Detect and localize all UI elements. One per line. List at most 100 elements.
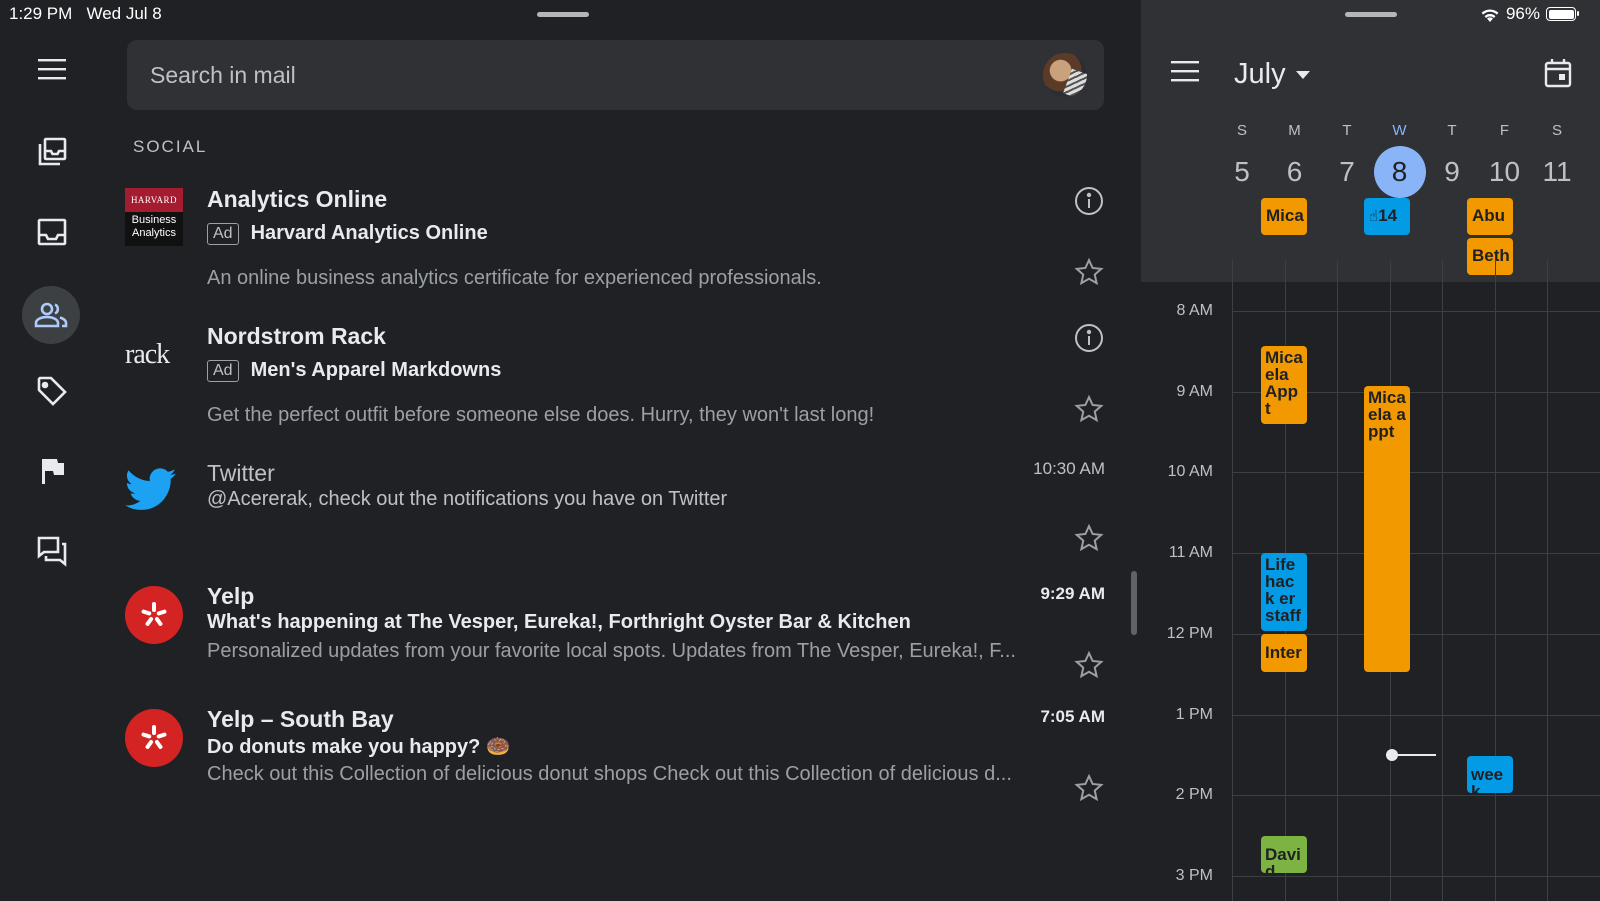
calendar-event[interactable]: Mica ela Appt bbox=[1261, 346, 1307, 424]
day-of-week-label: T bbox=[1342, 122, 1352, 139]
star-icon[interactable] bbox=[1073, 772, 1105, 804]
mail-pane-grabber[interactable] bbox=[537, 12, 589, 17]
date-number[interactable]: 9 bbox=[1426, 146, 1478, 198]
day-column-divider bbox=[1442, 260, 1443, 901]
calendar-event[interactable]: David bbox=[1261, 836, 1307, 873]
hour-gridline bbox=[1233, 795, 1600, 797]
hour-gridline bbox=[1233, 875, 1600, 877]
date-number[interactable]: 11 bbox=[1531, 146, 1583, 198]
hand-icon: ☝ bbox=[1369, 208, 1379, 225]
day-of-week-label: W bbox=[1392, 122, 1407, 139]
ad-info-icon[interactable] bbox=[1073, 185, 1105, 217]
calendar-menu-icon[interactable] bbox=[1171, 60, 1199, 87]
split-view-divider-handle[interactable] bbox=[1131, 571, 1137, 635]
snippet: An online business analytics certificate… bbox=[207, 267, 822, 289]
yelp-logo-icon bbox=[125, 586, 183, 644]
mail-pane: 1:29 PM Wed Jul 8 Search in mail SOCIAL … bbox=[0, 0, 1127, 901]
status-time: 1:29 PM Wed Jul 8 bbox=[9, 4, 162, 23]
sender: Twitter bbox=[207, 460, 275, 486]
list-item[interactable]: Yelp 9:29 AM What's happening at The Ves… bbox=[125, 583, 1105, 683]
day-column-divider bbox=[1232, 260, 1233, 901]
calendar-pane-grabber[interactable] bbox=[1345, 12, 1397, 17]
mail-time: 9:29 AM bbox=[1040, 584, 1105, 603]
search-input[interactable]: Search in mail bbox=[150, 62, 296, 89]
hour-label: 12 PM bbox=[1166, 624, 1213, 642]
hour-label: 8 AM bbox=[1176, 302, 1213, 319]
nordstrom-rack-logo: rack bbox=[125, 339, 170, 370]
day-of-week-label: S bbox=[1551, 122, 1562, 139]
date-number[interactable]: 6 bbox=[1269, 146, 1321, 198]
ad-badge: Ad bbox=[207, 359, 239, 382]
snippet: Check out this Collection of delicious d… bbox=[207, 763, 1012, 785]
forums-icon[interactable] bbox=[28, 527, 76, 575]
sender: Nordstrom Rack bbox=[207, 323, 386, 349]
allday-event[interactable]: Beth bbox=[1467, 238, 1513, 275]
hour-gridline bbox=[1233, 714, 1600, 716]
date-number[interactable]: 10 bbox=[1479, 146, 1531, 198]
ad-info-icon[interactable] bbox=[1073, 322, 1105, 354]
list-item[interactable]: rack Nordstrom Rack Ad Men's Apparel Mar… bbox=[125, 323, 1105, 433]
sender: Yelp bbox=[207, 583, 255, 609]
month-selector[interactable]: July bbox=[1234, 58, 1310, 91]
day-column-divider bbox=[1337, 260, 1338, 901]
star-icon[interactable] bbox=[1073, 256, 1105, 288]
inbox-icon[interactable] bbox=[28, 208, 76, 256]
list-item[interactable]: Twitter 10:30 AM @Acererak, check out th… bbox=[125, 459, 1105, 560]
day-column-divider bbox=[1547, 260, 1548, 901]
hour-label: 2 PM bbox=[1175, 786, 1213, 804]
all-inboxes-icon[interactable] bbox=[28, 128, 76, 176]
mail-time: 7:05 AM bbox=[1040, 707, 1105, 726]
allday-event[interactable]: Abu bbox=[1467, 198, 1513, 235]
snippet: Personalized updates from your favorite … bbox=[207, 640, 1016, 662]
subject: Harvard Analytics Online bbox=[250, 222, 488, 244]
day-of-week-label: F bbox=[1499, 122, 1510, 139]
harvard-logo: HARVARD Business Analytics bbox=[125, 188, 183, 246]
today-date-circle[interactable]: 8 bbox=[1373, 146, 1426, 198]
section-label: SOCIAL bbox=[133, 137, 208, 156]
calendar-event[interactable]: Inter bbox=[1261, 634, 1307, 672]
snippet: Get the perfect outfit before someone el… bbox=[207, 404, 875, 426]
yelp-logo-icon bbox=[125, 709, 183, 767]
mail-time: 10:30 AM bbox=[1033, 459, 1105, 478]
date-number[interactable]: 7 bbox=[1321, 146, 1373, 198]
account-avatar[interactable] bbox=[1043, 53, 1087, 97]
star-icon[interactable] bbox=[1073, 522, 1105, 554]
day-column-divider bbox=[1494, 260, 1496, 901]
date-number[interactable]: 5 bbox=[1216, 146, 1268, 198]
star-icon[interactable] bbox=[1073, 649, 1105, 681]
calendar-event[interactable]: Life hack er staff bbox=[1261, 553, 1307, 631]
list-item[interactable]: Yelp – South Bay 7:05 AM Do donuts make … bbox=[125, 706, 1105, 806]
today-calendar-icon[interactable] bbox=[1544, 58, 1572, 93]
menu-icon[interactable] bbox=[28, 45, 76, 93]
hour-label: 11 AM bbox=[1168, 544, 1213, 562]
hour-label: 10 AM bbox=[1167, 463, 1213, 481]
calendar-event[interactable]: week bbox=[1467, 756, 1513, 793]
current-time-line bbox=[1392, 754, 1436, 756]
day-of-week-label: M bbox=[1288, 122, 1301, 139]
hour-label: 1 PM bbox=[1175, 705, 1213, 723]
list-item[interactable]: HARVARD Business Analytics Analytics Onl… bbox=[125, 186, 1105, 296]
calendar-header: 96% July S 5 M 6 T 7 W 8 T 9 F 10 S 11 Mica ☝14 Abu B… bbox=[1141, 0, 1600, 282]
twitter-bird-icon bbox=[125, 468, 183, 526]
ad-badge: Ad bbox=[207, 222, 239, 245]
social-people-icon[interactable] bbox=[22, 286, 80, 344]
hour-gridline bbox=[1233, 472, 1600, 474]
calendar-event[interactable]: Mica ela appt bbox=[1364, 386, 1410, 672]
allday-event[interactable]: ☝14 bbox=[1364, 198, 1410, 235]
subject: Men's Apparel Markdowns bbox=[250, 359, 502, 381]
month-label: July bbox=[1234, 58, 1286, 90]
star-icon[interactable] bbox=[1073, 393, 1105, 425]
allday-event[interactable]: Mica bbox=[1261, 198, 1307, 235]
subject: What's happening at The Vesper, Eureka!,… bbox=[207, 611, 911, 633]
sender: Yelp – South Bay bbox=[207, 706, 394, 732]
flag-icon[interactable] bbox=[28, 447, 76, 495]
day-of-week-label: S bbox=[1236, 122, 1247, 139]
dropdown-arrow-icon bbox=[1295, 70, 1310, 79]
search-bar[interactable]: Search in mail bbox=[127, 40, 1104, 110]
hour-gridline bbox=[1233, 311, 1600, 312]
status-indicators: 96% bbox=[1480, 4, 1579, 24]
sender: Analytics Online bbox=[207, 186, 388, 212]
wifi-icon bbox=[1481, 8, 1499, 22]
promotions-tag-icon[interactable] bbox=[28, 367, 76, 415]
hour-label: 3 PM bbox=[1175, 866, 1213, 884]
